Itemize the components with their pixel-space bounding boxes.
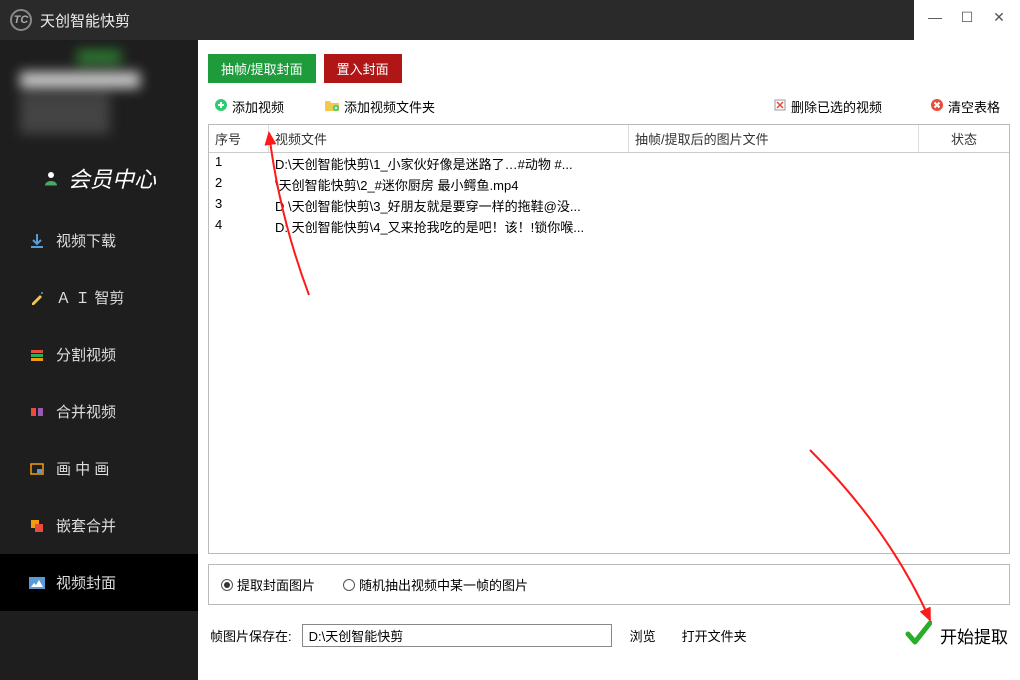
add-video-label: 添加视频 bbox=[232, 97, 284, 116]
merge-icon bbox=[28, 403, 46, 421]
tab-insert-cover[interactable]: 置入封面 bbox=[324, 54, 402, 83]
delete-selected-label: 删除已选的视频 bbox=[791, 97, 882, 116]
clear-icon bbox=[930, 98, 944, 115]
open-folder-button[interactable]: 打开文件夹 bbox=[674, 624, 755, 647]
extract-options: 提取封面图片 随机抽出视频中某一帧的图片 bbox=[208, 564, 1010, 605]
sidebar-item-download[interactable]: 视频下载 bbox=[0, 212, 198, 269]
radio-extract-cover[interactable]: 提取封面图片 bbox=[221, 575, 315, 594]
browse-button[interactable]: 浏览 bbox=[622, 624, 664, 647]
radio-checked-icon bbox=[221, 579, 233, 591]
cell-file: D: 天创智能快剪\4_又来抢我吃的是吧！该！!锁你喉... bbox=[269, 217, 629, 236]
table-row[interactable]: 4 D: 天创智能快剪\4_又来抢我吃的是吧！该！!锁你喉... bbox=[209, 216, 1009, 237]
delete-selected-button[interactable]: 删除已选的视频 bbox=[773, 97, 882, 116]
radio-unchecked-icon bbox=[343, 579, 355, 591]
radio-label: 提取封面图片 bbox=[237, 575, 315, 594]
ai-edit-icon bbox=[28, 289, 46, 307]
table-body: 1 D:\天创智能快剪\1_小家伙好像是迷路了…#动物 #... 2 \天创智能… bbox=[209, 153, 1009, 237]
folder-add-icon bbox=[324, 98, 340, 115]
add-icon bbox=[214, 98, 228, 115]
cell-no: 2 bbox=[209, 175, 269, 194]
cell-no: 4 bbox=[209, 217, 269, 236]
tab-extract-cover[interactable]: 抽帧/提取封面 bbox=[208, 54, 316, 83]
sidebar-item-label: 嵌套合并 bbox=[56, 515, 116, 536]
add-folder-label: 添加视频文件夹 bbox=[344, 97, 435, 116]
header-frame[interactable]: 抽帧/提取后的图片文件 bbox=[629, 125, 919, 152]
titlebar: TC 天创智能快剪 — ☐ ✕ bbox=[0, 0, 1020, 40]
cover-icon bbox=[28, 574, 46, 592]
maximize-button[interactable]: ☐ bbox=[960, 10, 974, 24]
header-no[interactable]: 序号 bbox=[209, 125, 269, 152]
header-status[interactable]: 状态 bbox=[919, 125, 1009, 152]
clear-table-button[interactable]: 清空表格 bbox=[930, 97, 1010, 116]
save-path-input[interactable] bbox=[302, 624, 612, 647]
sidebar-item-pip[interactable]: 画 中 画 bbox=[0, 440, 198, 497]
member-center-link[interactable]: 会员中心 bbox=[0, 154, 198, 212]
delete-icon bbox=[773, 98, 787, 115]
sidebar-item-label: 画 中 画 bbox=[56, 458, 109, 479]
toolbar: 添加视频 添加视频文件夹 删除已选的视频 清空表格 bbox=[198, 91, 1020, 124]
radio-random-frame[interactable]: 随机抽出视频中某一帧的图片 bbox=[343, 575, 528, 594]
header-file[interactable]: 视频文件 bbox=[269, 125, 629, 152]
sidebar-item-label: 视频下载 bbox=[56, 230, 116, 251]
add-video-button[interactable]: 添加视频 bbox=[208, 95, 290, 118]
close-button[interactable]: ✕ bbox=[992, 10, 1006, 24]
sidebar-item-label: Ａ Ｉ 智剪 bbox=[56, 287, 124, 308]
member-icon bbox=[42, 169, 60, 187]
sidebar-item-label: 分割视频 bbox=[56, 344, 116, 365]
cell-no: 1 bbox=[209, 154, 269, 173]
main-panel: 抽帧/提取封面 置入封面 添加视频 添加视频文件夹 删除已选的视频 bbox=[198, 40, 1020, 680]
cell-file: \天创智能快剪\2_#迷你厨房 最小鳄鱼.mp4 bbox=[269, 175, 629, 194]
download-icon bbox=[28, 232, 46, 250]
window-controls: — ☐ ✕ bbox=[914, 0, 1020, 40]
start-label: 开始提取 bbox=[940, 623, 1008, 648]
sidebar-item-merge[interactable]: 合并视频 bbox=[0, 383, 198, 440]
cell-file: D \天创智能快剪\3_好朋友就是要穿一样的拖鞋@没... bbox=[269, 196, 629, 215]
save-path-label: 帧图片保存在: bbox=[210, 626, 292, 645]
sidebar-item-split[interactable]: 分割视频 bbox=[0, 326, 198, 383]
user-info-blurred bbox=[0, 40, 198, 154]
mode-tabs: 抽帧/提取封面 置入封面 bbox=[198, 40, 1020, 91]
radio-label: 随机抽出视频中某一帧的图片 bbox=[359, 575, 528, 594]
table-row[interactable]: 2 \天创智能快剪\2_#迷你厨房 最小鳄鱼.mp4 bbox=[209, 174, 1009, 195]
bottom-bar: 帧图片保存在: 浏览 打开文件夹 开始提取 bbox=[198, 605, 1020, 666]
table-row[interactable]: 1 D:\天创智能快剪\1_小家伙好像是迷路了…#动物 #... bbox=[209, 153, 1009, 174]
table-header: 序号 视频文件 抽帧/提取后的图片文件 状态 bbox=[209, 125, 1009, 153]
sidebar-item-label: 视频封面 bbox=[56, 572, 116, 593]
table-row[interactable]: 3 D \天创智能快剪\3_好朋友就是要穿一样的拖鞋@没... bbox=[209, 195, 1009, 216]
sidebar: 会员中心 视频下载 Ａ Ｉ 智剪 分割视频 合并视频 bbox=[0, 40, 198, 680]
nested-icon bbox=[28, 517, 46, 535]
check-icon bbox=[904, 619, 932, 652]
member-center-label: 会员中心 bbox=[68, 162, 156, 194]
sidebar-item-label: 合并视频 bbox=[56, 401, 116, 422]
minimize-button[interactable]: — bbox=[928, 10, 942, 24]
app-title: 天创智能快剪 bbox=[40, 10, 130, 31]
start-extract-button[interactable]: 开始提取 bbox=[904, 619, 1008, 652]
cell-no: 3 bbox=[209, 196, 269, 215]
video-table: 序号 视频文件 抽帧/提取后的图片文件 状态 1 D:\天创智能快剪\1_小家伙… bbox=[208, 124, 1010, 554]
cell-file: D:\天创智能快剪\1_小家伙好像是迷路了…#动物 #... bbox=[269, 154, 629, 173]
split-icon bbox=[28, 346, 46, 364]
app-logo-icon: TC bbox=[10, 9, 32, 31]
sidebar-item-ai-edit[interactable]: Ａ Ｉ 智剪 bbox=[0, 269, 198, 326]
sidebar-item-cover[interactable]: 视频封面 bbox=[0, 554, 198, 611]
add-folder-button[interactable]: 添加视频文件夹 bbox=[318, 95, 441, 118]
clear-table-label: 清空表格 bbox=[948, 97, 1000, 116]
sidebar-item-nested-merge[interactable]: 嵌套合并 bbox=[0, 497, 198, 554]
pip-icon bbox=[28, 460, 46, 478]
